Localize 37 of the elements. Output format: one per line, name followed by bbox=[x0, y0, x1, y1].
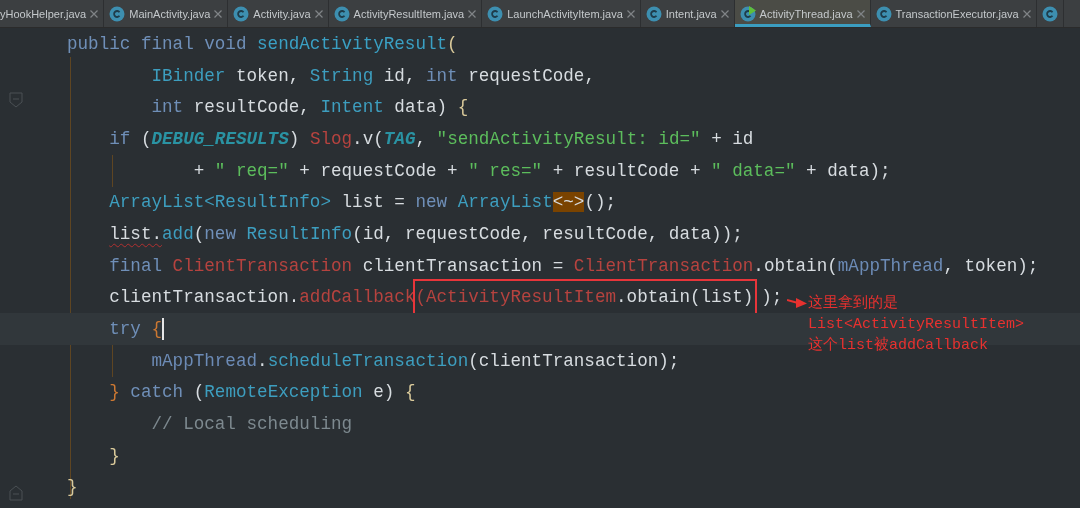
code-line: } bbox=[67, 477, 78, 498]
arrow bbox=[787, 295, 807, 310]
class-icon bbox=[1041, 5, 1058, 22]
code-line: // Local scheduling bbox=[150, 414, 353, 435]
class-icon bbox=[487, 5, 504, 22]
annotation-text: List<ActivityResultItem> bbox=[808, 314, 1025, 335]
class-icon bbox=[645, 5, 662, 22]
class-icon bbox=[109, 5, 126, 22]
close-icon[interactable] bbox=[90, 9, 99, 18]
code-line: } catch (RemoteException e) { bbox=[108, 382, 416, 403]
class-icon bbox=[875, 5, 892, 22]
close-icon[interactable] bbox=[626, 9, 635, 18]
class-icon bbox=[333, 5, 350, 22]
code-line: } bbox=[108, 445, 120, 466]
text-cursor bbox=[162, 318, 165, 341]
class-icon bbox=[739, 5, 756, 22]
annotation-text: 这里拿到的是 bbox=[808, 293, 898, 314]
close-icon[interactable] bbox=[314, 9, 323, 18]
code-line: ArrayList<ResultInfo> list = new ArrayList<~>(); bbox=[108, 192, 617, 213]
editor-tab[interactable]: yHookHelper.java bbox=[0, 0, 105, 27]
class-icon bbox=[233, 5, 250, 22]
code-line: mAppThread.scheduleTransaction(clientTransaction); bbox=[150, 350, 680, 371]
close-icon[interactable] bbox=[468, 9, 477, 18]
close-icon[interactable] bbox=[1022, 9, 1031, 18]
code-line: if (DEBUG_RESULTS) Slog.v(TAG, "sendActivityResult: id=" + id bbox=[108, 128, 754, 149]
editor-tab[interactable]: ActivityThread.java bbox=[734, 0, 871, 27]
close-icon[interactable] bbox=[720, 9, 729, 18]
close-icon[interactable] bbox=[214, 9, 223, 18]
code-line: list.add(new ResultInfo(id, requestCode, resultCode, data)); bbox=[108, 223, 743, 244]
code-line: + " req=" + requestCode + " res=" + resultCode + " data=" + data); bbox=[192, 160, 891, 181]
code-line: final ClientTransaction clientTransaction = ClientTransaction.obtain(mAppThread, token); bbox=[108, 255, 1039, 276]
annotation-text: 这个list被addCallback bbox=[808, 335, 989, 356]
code-line: try { bbox=[108, 319, 163, 340]
code-line: IBinder token, String id, int requestCode, bbox=[150, 65, 595, 86]
code-line: int resultCode, Intent data) { bbox=[150, 97, 469, 118]
code-line: public final void sendActivityResult( bbox=[67, 33, 458, 54]
close-icon[interactable] bbox=[856, 9, 865, 18]
